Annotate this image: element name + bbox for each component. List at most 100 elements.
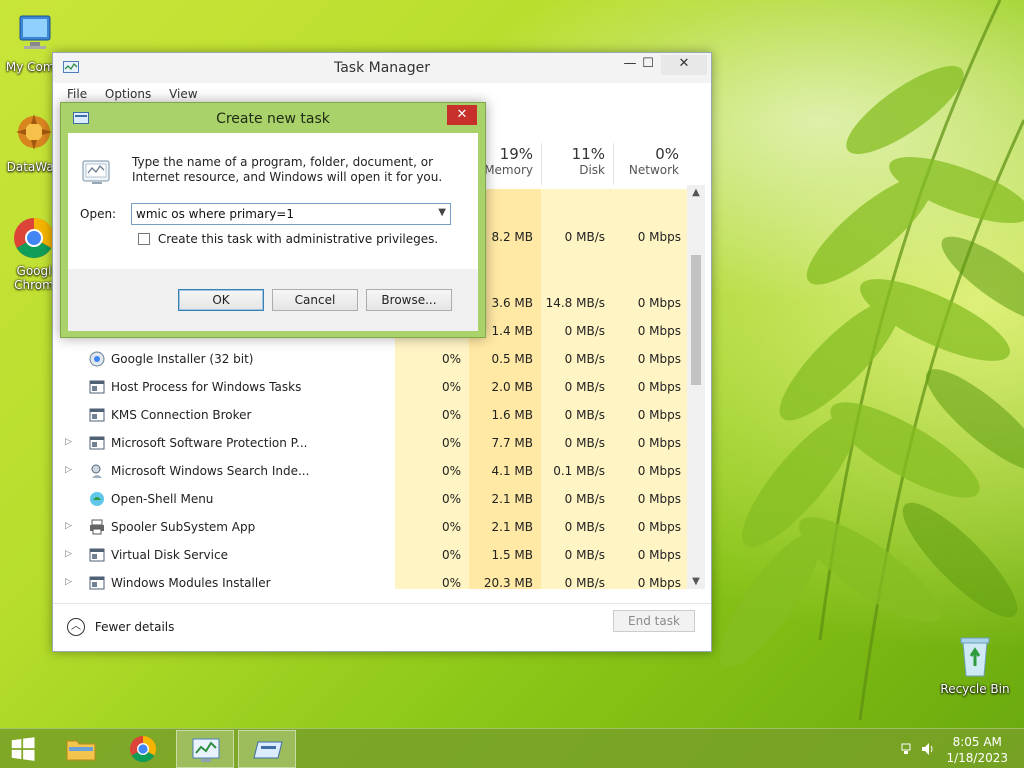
expand-arrow-icon[interactable]: ▷ [65,521,72,531]
cpu-value: 0% [441,576,461,590]
browse-button[interactable]: Browse... [366,289,452,311]
process-name: Microsoft Windows Search Inde... [111,464,310,478]
network-icon[interactable] [901,743,911,754]
network-value: 0 Mbps [637,324,681,338]
network-value: 0 Mbps [637,520,681,534]
dialog-titlebar[interactable]: Create new task ✕ [61,103,485,133]
process-window-icon [89,408,105,422]
start-button[interactable] [0,730,48,768]
cpu-value: 0% [441,352,461,366]
desktop-icon-label: Googl Chrom [14,264,54,292]
network-value: 0 Mbps [637,436,681,450]
scroll-down-arrow-icon[interactable]: ▼ [687,576,705,587]
memory-value: 7.7 MB [491,436,533,450]
memory-value: 0.5 MB [491,352,533,366]
table-row[interactable]: Open-Shell Menu 0% 2.1 MB 0 MB/s 0 Mbps [61,485,687,513]
close-button[interactable]: ✕ [661,55,707,75]
cancel-button[interactable]: Cancel [272,289,358,311]
expand-arrow-icon[interactable]: ▷ [65,549,72,559]
process-window-icon [89,576,105,590]
network-value: 0 Mbps [637,296,681,310]
table-row[interactable]: Host Process for Windows Tasks 0% 2.0 MB 0 … [61,373,687,401]
process-name: Windows Modules Installer [111,576,271,590]
disk-value: 14.8 MB/s [545,296,605,310]
disk-value: 0 MB/s [564,576,605,590]
datawag-icon [16,114,52,150]
taskbar: 8:05 AM 1/18/2023 [0,728,1024,768]
admin-privileges-option[interactable]: Create this task with administrative pri… [138,231,438,246]
clock-date: 1/18/2023 [946,751,1008,765]
open-label: Open: [80,207,117,221]
table-row[interactable]: KMS Connection Broker 0% 1.6 MB 0 MB/s 0 Mbp… [61,401,687,429]
open-shell-icon [90,492,104,506]
admin-privileges-checkbox[interactable] [138,232,150,245]
taskbar-task-manager[interactable] [176,730,234,768]
memory-value: 4.1 MB [491,464,533,478]
table-row[interactable]: ▷ Virtual Disk Service 0% 1.5 MB 0 MB/s 0 Mbp… [61,541,687,569]
cpu-value: 0% [441,492,461,506]
folder-icon [66,740,96,761]
task-manager-icon [192,738,220,762]
table-row[interactable]: ▷ Spooler SubSystem App 0% 2.1 MB 0 MB/s 0 Mb… [61,513,687,541]
cpu-value: 0% [441,436,461,450]
printer-icon [90,519,104,535]
open-input[interactable] [136,206,426,222]
scroll-up-arrow-icon[interactable]: ▲ [687,187,705,198]
network-value: 0 Mbps [637,492,681,506]
scrollbar-thumb[interactable] [691,255,701,385]
expand-arrow-icon[interactable]: ▷ [65,577,72,587]
chrome-icon [14,218,54,258]
table-row[interactable]: ▷ Windows Modules Installer 0% 20.3 MB 0 MB/… [61,569,687,597]
chevron-down-icon[interactable]: ▼ [438,207,446,218]
disk-percent: 11% [571,145,605,163]
volume-icon[interactable] [922,743,933,755]
end-task-button[interactable]: End task [613,610,695,632]
network-value: 0 Mbps [637,464,681,478]
process-name: Virtual Disk Service [111,548,228,562]
table-row[interactable]: ▷ Microsoft Windows Search Inde... 0% 4.1 M… [61,457,687,485]
cpu-value: 0% [441,548,461,562]
desktop-icon-recycle-bin[interactable]: Recycle Bin [939,632,1011,696]
disk-label: Disk [579,163,605,177]
system-tray [901,743,933,755]
google-installer-icon [89,351,105,367]
open-combobox[interactable]: ▼ [131,203,451,225]
maximize-button[interactable]: ☐ [633,55,663,75]
expand-arrow-icon[interactable]: ▷ [65,465,72,475]
dialog-close-button[interactable]: ✕ [447,105,477,125]
network-value: 0 Mbps [637,352,681,366]
table-row[interactable]: ▷ Microsoft Software Protection P... 0% 7.7… [61,429,687,457]
cpu-value: 0% [441,408,461,422]
vertical-scrollbar[interactable]: ▲ ▼ [687,185,705,589]
process-name: Host Process for Windows Tasks [111,380,302,394]
recycle-bin-icon [960,637,990,677]
clock-time: 8:05 AM [952,735,1002,749]
expand-arrow-icon[interactable]: ▷ [65,437,72,447]
process-name: Spooler SubSystem App [111,520,256,534]
taskbar-chrome[interactable] [114,730,172,768]
windows-logo-icon [11,737,35,761]
memory-value: 2.1 MB [491,492,533,506]
process-window-icon [89,380,105,394]
network-value: 0 Mbps [637,548,681,562]
memory-value: 20.3 MB [483,576,533,590]
window-title: Task Manager [333,60,431,76]
memory-value: 2.0 MB [491,380,533,394]
taskbar-file-explorer[interactable] [52,730,110,768]
network-value: 0 Mbps [637,230,681,244]
chevron-up-icon: ︿ [67,618,85,636]
fewer-details-toggle[interactable]: ︿ Fewer details [67,618,174,636]
table-row[interactable]: Google Installer (32 bit) 0% 0.5 MB 0 MB/s 0… [61,345,687,373]
taskbar-create-new-task[interactable] [238,730,296,768]
memory-value: 1.6 MB [491,408,533,422]
taskbar-clock[interactable]: 8:05 AM 1/18/2023 [946,734,1008,766]
column-header-network[interactable]: 0% Network [613,143,687,185]
memory-value: 1.5 MB [491,548,533,562]
column-header-disk[interactable]: 11% Disk [541,143,613,185]
disk-value: 0 MB/s [564,230,605,244]
task-manager-titlebar[interactable]: Task Manager — ☐ ✕ [53,53,711,83]
ok-button[interactable]: OK [178,289,264,311]
disk-value: 0 MB/s [564,380,605,394]
disk-value: 0 MB/s [564,520,605,534]
disk-value: 0 MB/s [564,492,605,506]
